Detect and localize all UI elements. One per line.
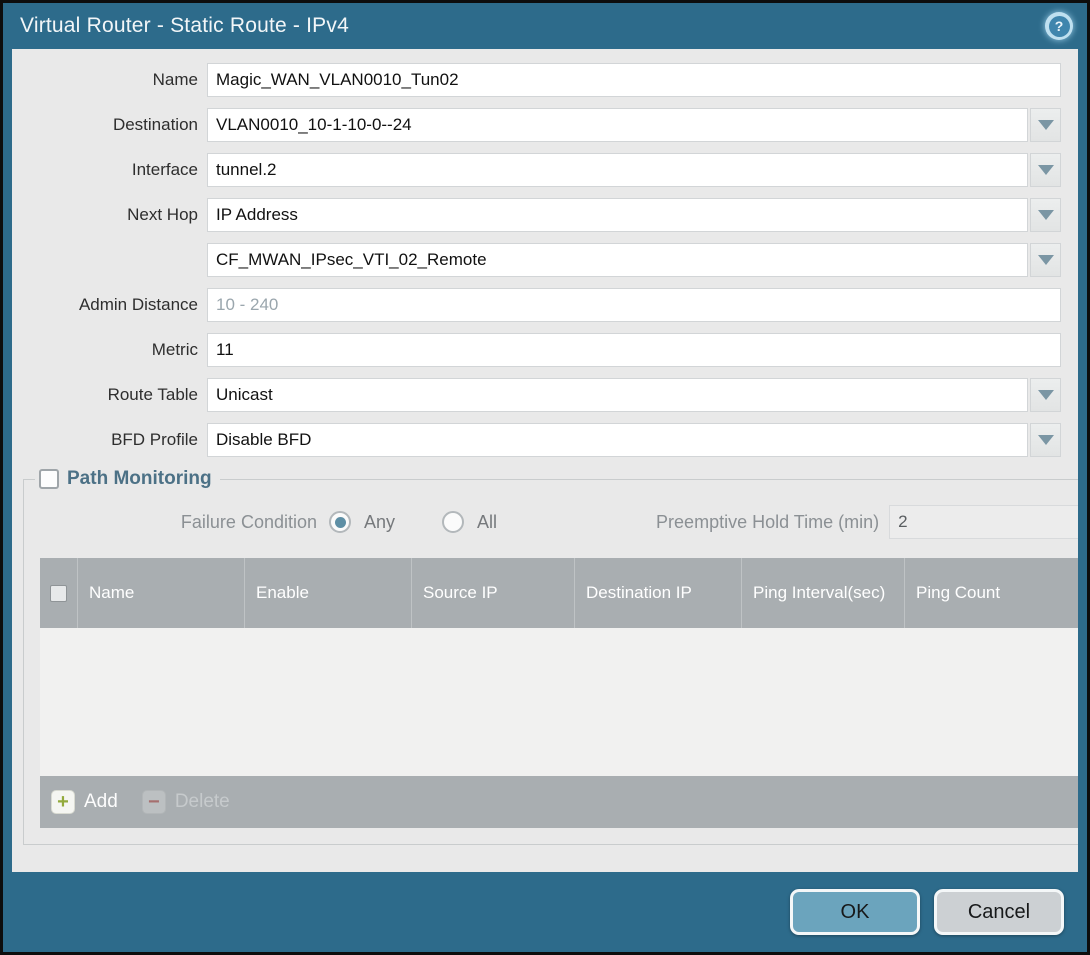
next-hop-dropdown-button[interactable] <box>1030 198 1061 232</box>
next-hop-type-input[interactable] <box>207 198 1028 232</box>
metric-input[interactable] <box>207 333 1061 367</box>
radio-label: Any <box>364 512 395 533</box>
interface-input[interactable] <box>207 153 1028 187</box>
chevron-down-icon <box>1038 435 1054 445</box>
chevron-down-icon <box>1038 120 1054 130</box>
next-hop-label: Next Hop <box>12 198 207 232</box>
preemptive-hold-time-input[interactable] <box>889 505 1078 539</box>
delete-button[interactable]: − Delete <box>142 790 230 814</box>
column-header-ping-interval: Ping Interval(sec) <box>741 558 904 628</box>
failure-condition-label: Failure Condition <box>24 512 329 533</box>
bfd-profile-row: BFD Profile <box>12 423 1061 457</box>
bfd-profile-input[interactable] <box>207 423 1028 457</box>
interface-label: Interface <box>12 153 207 187</box>
table-body-empty <box>40 628 1078 776</box>
add-button-label: Add <box>84 791 118 813</box>
route-table-row: Route Table <box>12 378 1061 412</box>
interface-dropdown-button[interactable] <box>1030 153 1061 187</box>
interface-row: Interface <box>12 153 1061 187</box>
admin-distance-row: Admin Distance <box>12 288 1061 322</box>
route-table-label: Route Table <box>12 378 207 412</box>
column-header-name: Name <box>77 558 244 628</box>
table-header-row: Name Enable Source IP Destination IP Pin… <box>40 558 1078 628</box>
select-all-checkbox-cell <box>40 558 77 628</box>
column-header-destination-ip: Destination IP <box>574 558 741 628</box>
failure-condition-row: Failure Condition Any All Preemptive Hol… <box>24 504 1078 540</box>
help-icon[interactable]: ? <box>1045 12 1073 40</box>
radio-label: All <box>477 512 497 533</box>
ok-button[interactable]: OK <box>790 889 920 935</box>
delete-button-label: Delete <box>175 791 230 813</box>
destination-dropdown-button[interactable] <box>1030 108 1061 142</box>
route-table-dropdown-button[interactable] <box>1030 378 1061 412</box>
dialog-window: Virtual Router - Static Route - IPv4 ? N… <box>0 0 1090 955</box>
next-hop-address-label <box>12 243 207 277</box>
dialog-titlebar: Virtual Router - Static Route - IPv4 ? <box>3 3 1087 49</box>
chevron-down-icon <box>1038 210 1054 220</box>
select-all-checkbox[interactable] <box>50 585 67 602</box>
preemptive-hold-time-label: Preemptive Hold Time (min) <box>656 512 889 533</box>
dialog-footer: OK Cancel <box>3 872 1087 952</box>
radio-icon <box>329 511 351 533</box>
destination-label: Destination <box>12 108 207 142</box>
next-hop-row: Next Hop <box>12 198 1061 232</box>
add-icon: + <box>51 790 75 814</box>
next-hop-address-dropdown-button[interactable] <box>1030 243 1061 277</box>
bfd-profile-dropdown-button[interactable] <box>1030 423 1061 457</box>
admin-distance-input[interactable] <box>207 288 1061 322</box>
bfd-profile-label: BFD Profile <box>12 423 207 457</box>
dialog-title: Virtual Router - Static Route - IPv4 <box>20 14 1045 38</box>
column-header-enable: Enable <box>244 558 411 628</box>
next-hop-address-row <box>12 243 1061 277</box>
path-monitoring-table: Name Enable Source IP Destination IP Pin… <box>40 558 1078 828</box>
failure-condition-all-radio[interactable]: All <box>442 511 497 533</box>
radio-icon <box>442 511 464 533</box>
chevron-down-icon <box>1038 165 1054 175</box>
name-row: Name <box>12 63 1061 97</box>
cancel-button[interactable]: Cancel <box>934 889 1064 935</box>
path-monitoring-group: Path Monitoring Failure Condition Any Al… <box>23 468 1078 845</box>
chevron-down-icon <box>1038 390 1054 400</box>
failure-condition-any-radio[interactable]: Any <box>329 511 395 533</box>
table-toolbar: + Add − Delete <box>40 776 1078 828</box>
destination-row: Destination <box>12 108 1061 142</box>
path-monitoring-checkbox[interactable] <box>39 469 59 489</box>
next-hop-address-input[interactable] <box>207 243 1028 277</box>
column-header-source-ip: Source IP <box>411 558 574 628</box>
admin-distance-label: Admin Distance <box>12 288 207 322</box>
dialog-content: Name Destination Interface <box>12 49 1078 872</box>
metric-label: Metric <box>12 333 207 367</box>
add-button[interactable]: + Add <box>51 790 118 814</box>
name-label: Name <box>12 63 207 97</box>
help-icon-glyph: ? <box>1049 16 1070 37</box>
route-table-input[interactable] <box>207 378 1028 412</box>
delete-icon: − <box>142 790 166 814</box>
path-monitoring-title: Path Monitoring <box>67 468 212 490</box>
chevron-down-icon <box>1038 255 1054 265</box>
destination-input[interactable] <box>207 108 1028 142</box>
name-input[interactable] <box>207 63 1061 97</box>
column-header-ping-count: Ping Count <box>904 558 1078 628</box>
metric-row: Metric <box>12 333 1061 367</box>
path-monitoring-legend: Path Monitoring <box>35 468 220 490</box>
dialog-frame: Virtual Router - Static Route - IPv4 ? N… <box>3 3 1087 952</box>
